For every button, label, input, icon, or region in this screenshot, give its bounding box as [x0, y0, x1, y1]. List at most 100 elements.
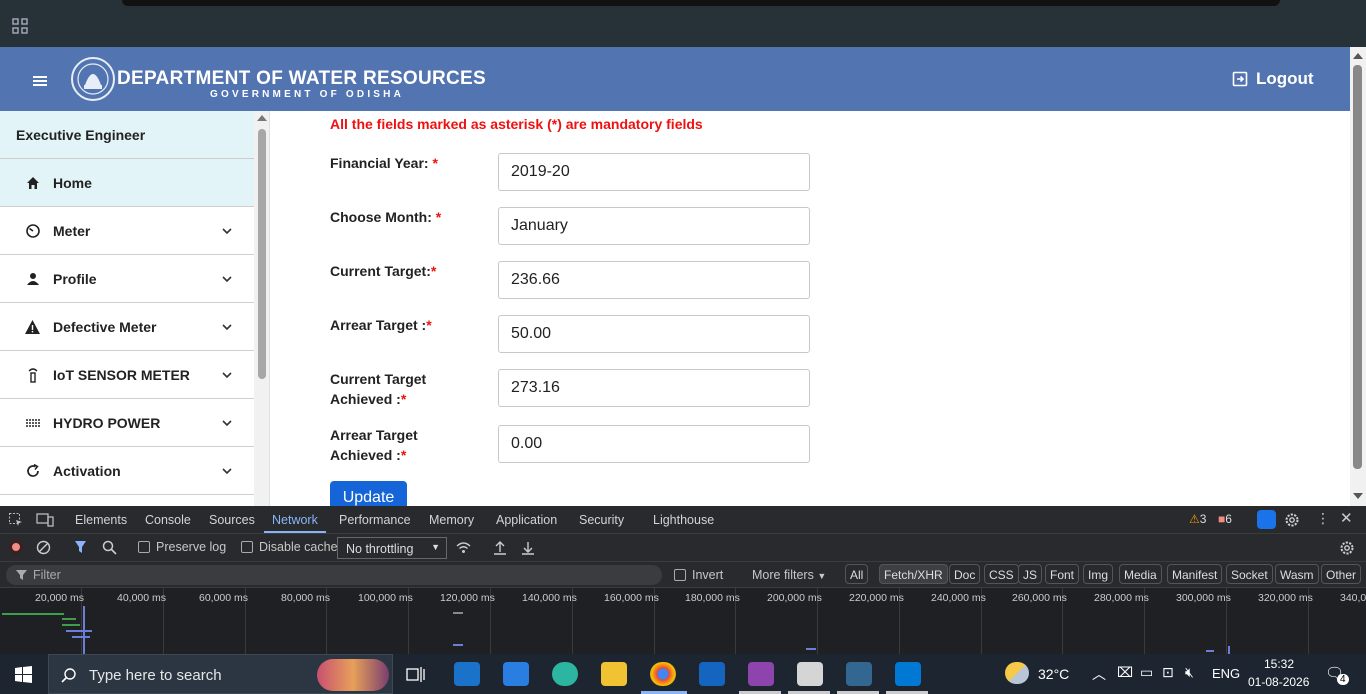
search-icon[interactable]: [102, 540, 117, 555]
sidebar-item-profile[interactable]: Profile: [0, 255, 254, 303]
clear-icon[interactable]: [36, 540, 51, 555]
chevron-down-icon: [222, 420, 232, 427]
network-icon[interactable]: ⊡: [1162, 664, 1174, 681]
filter-input[interactable]: Filter: [6, 565, 662, 585]
tab-sources[interactable]: Sources: [209, 513, 255, 527]
app-window-icon[interactable]: [797, 662, 823, 686]
file-explorer-icon[interactable]: [601, 662, 627, 686]
tab-memory[interactable]: Memory: [429, 513, 474, 527]
arrear-target-field[interactable]: [498, 315, 810, 353]
more-options-icon[interactable]: ⋮: [1316, 510, 1330, 527]
network-settings-gear-icon[interactable]: [1339, 540, 1355, 556]
azure-data-studio-icon[interactable]: [699, 662, 725, 686]
volume-muted-icon[interactable]: 🔇︎: [1185, 664, 1194, 681]
record-icon[interactable]: [9, 540, 23, 554]
filter-all[interactable]: All: [845, 564, 869, 584]
sidebar: Executive Engineer Home Meter Profile De…: [0, 111, 254, 506]
timeline-tick: 180,000 ms: [685, 592, 740, 604]
update-button[interactable]: Update: [330, 481, 407, 506]
filter-manifest[interactable]: Manifest: [1167, 564, 1223, 584]
gear-icon[interactable]: [1284, 512, 1300, 528]
sidebar-item-label: HYDRO POWER: [53, 414, 161, 431]
current-target-achieved-field[interactable]: [498, 369, 810, 407]
devtools-panel: Elements Console Sources Network Perform…: [0, 506, 1366, 654]
address-bar[interactable]: [122, 0, 1280, 6]
filter-img[interactable]: Img: [1083, 564, 1114, 584]
tab-performance[interactable]: Performance: [339, 513, 411, 527]
logout-icon: [1232, 71, 1248, 87]
meet-icon[interactable]: ⌧: [1117, 664, 1133, 681]
financial-year-field[interactable]: [498, 153, 810, 191]
sidebar-item-hydro-power[interactable]: HYDRO POWER: [0, 399, 254, 447]
sidebar-item-label: Activation: [53, 462, 121, 479]
filter-media[interactable]: Media: [1119, 564, 1162, 584]
menu-icon[interactable]: [33, 76, 47, 86]
input-language[interactable]: ENG: [1212, 666, 1240, 681]
request-bar: [453, 612, 463, 614]
invert-checkbox[interactable]: Invert: [674, 568, 723, 582]
taskbar-search[interactable]: Type here to search: [48, 654, 393, 694]
battery-icon[interactable]: ▭: [1140, 664, 1153, 681]
vscode-icon[interactable]: [895, 662, 921, 686]
clock-time[interactable]: 15:32: [1264, 657, 1294, 671]
network-conditions-icon[interactable]: [455, 540, 472, 555]
device-toolbar-icon[interactable]: [36, 512, 54, 528]
more-filters-dropdown[interactable]: More filters ▼: [752, 568, 826, 582]
issues-icon[interactable]: [1257, 510, 1276, 529]
warning-count[interactable]: ⚠3: [1189, 512, 1206, 526]
weather-icon[interactable]: [1005, 662, 1029, 684]
page-scrollbar[interactable]: [1350, 47, 1366, 506]
tab-console[interactable]: Console: [145, 513, 191, 527]
outlook-icon[interactable]: [454, 662, 480, 686]
filter-doc[interactable]: Doc: [949, 564, 981, 584]
current-target-field[interactable]: [498, 261, 810, 299]
preserve-log-checkbox[interactable]: Preserve log: [138, 540, 226, 554]
tab-elements[interactable]: Elements: [75, 513, 127, 527]
filter-css[interactable]: CSS: [984, 564, 1019, 584]
clock-date[interactable]: 01-08-2026: [1248, 675, 1309, 689]
filter-fetch-xhr[interactable]: Fetch/XHR: [879, 564, 948, 584]
tab-security[interactable]: Security: [579, 513, 624, 527]
sidebar-item-home[interactable]: Home: [0, 159, 254, 207]
sidebar-scrollbar[interactable]: [254, 111, 270, 506]
close-icon[interactable]: ✕: [1340, 509, 1353, 527]
tab-application[interactable]: Application: [496, 513, 557, 527]
visual-studio-icon[interactable]: [748, 662, 774, 686]
microsoft-store-icon[interactable]: [503, 662, 529, 686]
task-view-icon[interactable]: [406, 666, 426, 683]
tab-network[interactable]: Network: [272, 513, 318, 527]
sidebar-item-activation[interactable]: Activation: [0, 447, 254, 495]
tab-lighthouse[interactable]: Lighthouse: [653, 513, 714, 527]
postgresql-icon[interactable]: [846, 662, 872, 686]
filter-js[interactable]: JS: [1018, 564, 1043, 584]
error-count[interactable]: ■6: [1218, 512, 1232, 526]
apps-grid-icon[interactable]: [12, 18, 28, 34]
filter-font[interactable]: Font: [1045, 564, 1080, 584]
export-har-icon[interactable]: [521, 540, 535, 555]
windows-start-icon[interactable]: [15, 666, 32, 683]
sidebar-item-label: Meter: [53, 222, 91, 239]
logout-button[interactable]: Logout: [1232, 69, 1314, 89]
arrear-target-achieved-field[interactable]: [498, 425, 810, 463]
sidebar-item-meter[interactable]: Meter: [0, 207, 254, 255]
sidebar-item-iot-sensor-meter[interactable]: IoT SENSOR METER: [0, 351, 254, 399]
odisha-emblem-logo: [71, 57, 115, 101]
timeline-tick: 220,000 ms: [849, 592, 904, 604]
meter-icon: [24, 222, 41, 239]
inspect-element-icon[interactable]: [8, 512, 24, 528]
throttling-select[interactable]: No throttling ▼: [337, 537, 447, 559]
timeline-tick: 200,000 ms: [767, 592, 822, 604]
timeline-tick: 160,000 ms: [604, 592, 659, 604]
choose-month-field[interactable]: [498, 207, 810, 245]
filter-wasm[interactable]: Wasm: [1275, 564, 1319, 584]
sidebar-item-defective-meter[interactable]: Defective Meter: [0, 303, 254, 351]
network-timeline-overview[interactable]: 20,000 ms 40,000 ms 60,000 ms 80,000 ms …: [0, 588, 1366, 654]
filter-other[interactable]: Other: [1321, 564, 1362, 584]
filter-icon[interactable]: [74, 540, 90, 555]
chevron-up-icon[interactable]: ︿: [1092, 664, 1106, 684]
filter-socket[interactable]: Socket: [1226, 564, 1273, 584]
import-har-icon[interactable]: [493, 540, 507, 555]
disable-cache-checkbox[interactable]: Disable cache: [241, 540, 338, 554]
chrome-icon[interactable]: [650, 662, 676, 686]
edge-icon[interactable]: [552, 662, 578, 686]
